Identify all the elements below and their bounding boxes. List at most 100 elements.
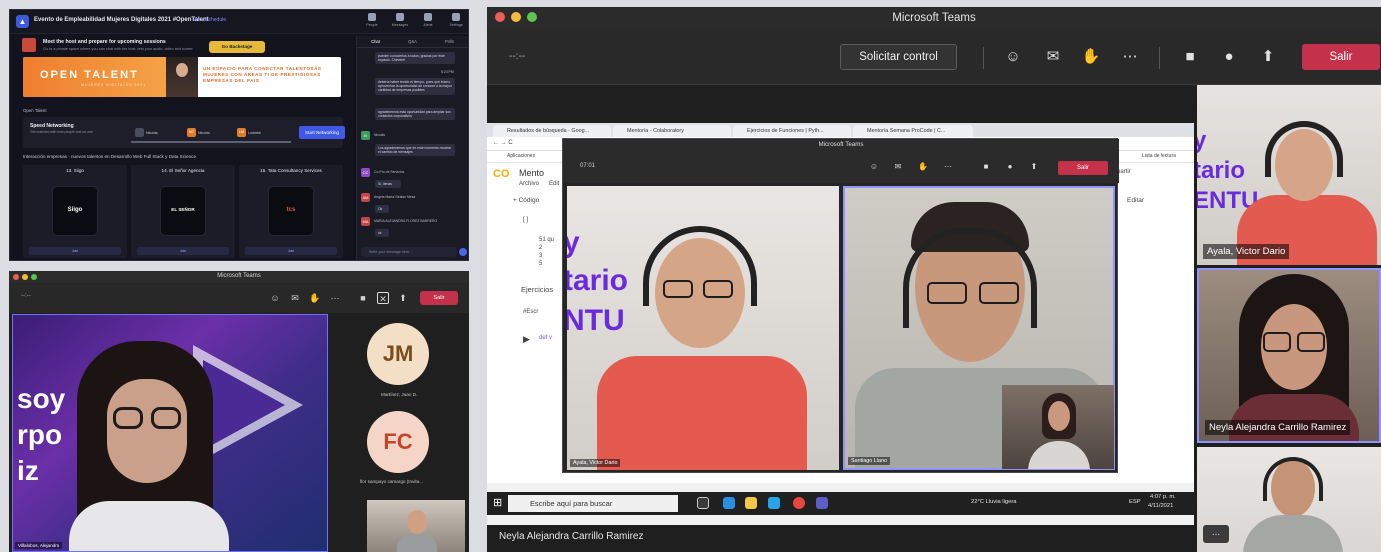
bookmark-reading-list[interactable]: Lista de lectura (1142, 153, 1176, 159)
leave-button[interactable]: Salir (420, 291, 458, 305)
share-screen-icon[interactable]: ⬆ (1258, 47, 1278, 67)
participants-icon[interactable]: ☺ (1003, 47, 1023, 67)
share-screen-icon[interactable]: ⬆ (397, 292, 409, 304)
booth-card-el-senor[interactable]: 14. El Señor Agencia EL SEÑOR Join (131, 165, 235, 258)
code-comment: #Escr (523, 309, 539, 315)
more-options-button[interactable]: ... (1203, 525, 1229, 543)
taskbar-search[interactable]: Escribe aquí para buscar (508, 495, 678, 512)
side-video-neyla: Neyla Alejandra Carrillo Ramirez (1197, 268, 1381, 443)
join-button[interactable]: Join (137, 247, 229, 255)
share-link[interactable]: partir (1117, 169, 1131, 175)
booth-card-tcs[interactable]: 15. Tata Consultancy Services tcs Join (239, 165, 343, 258)
edit-button[interactable]: Editar (1127, 197, 1144, 204)
participants-icon: ☺ (869, 162, 879, 171)
leave-button[interactable]: Salir (1302, 44, 1380, 70)
nav-people[interactable]: People (360, 13, 384, 27)
speed-node: LM Ludwick (237, 124, 263, 142)
chat-user-name: Nicolás (374, 133, 386, 137)
code-cell[interactable]: [ ] (523, 217, 528, 223)
chat-input[interactable]: Write your message here... (361, 247, 457, 257)
browser-tab-strip: Resultados de búsqueda - Goog... Mentorí… (487, 123, 1194, 137)
chat-tabs: Chat Q&A Polls (357, 36, 468, 48)
browser-tab[interactable]: Resultados de búsqueda - Goog... (493, 125, 611, 137)
view-schedule-link[interactable]: View Schedule (193, 17, 226, 23)
meeting-timer: --:-- (509, 51, 526, 62)
browser-tab[interactable]: Mentoría - Colaboratory (613, 125, 731, 137)
banner-description: UN ESPACIO PARA CONECTAR TALENTOSAS MUJE… (203, 66, 322, 84)
camera-icon[interactable]: ■ (1180, 47, 1200, 67)
participant-video (69, 341, 229, 551)
reactions-icon[interactable]: ✋ (1081, 47, 1101, 67)
bookmark-apps[interactable]: Aplicaciones (507, 153, 535, 159)
mic-muted-icon[interactable]: ✕ (377, 292, 389, 304)
gear-icon (452, 13, 460, 21)
chat-icon[interactable]: ✉ (289, 292, 301, 304)
nav-arrows-icon[interactable]: ← → C (493, 140, 513, 146)
main-video-tile: soy rpo iz Villalobos, Alejandro (12, 314, 328, 552)
join-button[interactable]: Join (245, 247, 337, 255)
inner-self-view (1002, 385, 1114, 469)
browser-tab[interactable]: Mentoría Semana ProCode | C... (853, 125, 973, 137)
send-icon[interactable] (459, 248, 467, 256)
more-icon[interactable]: ⋯ (329, 292, 341, 304)
join-button[interactable]: Join (29, 247, 121, 255)
messages-icon (396, 13, 404, 21)
hopin-event-window: ▲ Evento de Empleabilidad Mujeres Digita… (9, 9, 469, 261)
participant-name: flor sampayo camargo (Invita... (360, 479, 424, 484)
host-title: Meet the host and prepare for upcoming s… (43, 39, 166, 45)
video-name-label: Ayala, Victor Dario (570, 459, 621, 467)
run-cell-icon[interactable]: ▶ (523, 334, 530, 345)
avatar: MA (361, 217, 370, 226)
speed-node: NC Nicolás (187, 124, 213, 142)
event-title: Evento de Empleabilidad Mujeres Digitale… (34, 17, 209, 23)
nav-alerts[interactable]: Alerts (416, 13, 440, 27)
menu-file[interactable]: Archivo (519, 181, 539, 187)
avatar: JM (367, 323, 429, 385)
camera-icon[interactable]: ■ (357, 292, 369, 304)
clock-time: 4:07 p. m. (1150, 494, 1176, 500)
banner-title: OPEN TALENT (40, 69, 139, 81)
avatar: AM (361, 193, 370, 202)
teams-small-controls: --:-- ☺ ✉ ✋ ⋯ ■ ✕ ⬆ Salir (9, 283, 469, 313)
edge-icon[interactable] (723, 497, 735, 509)
inner-window-title: Microsoft Teams (563, 139, 1119, 151)
interaction-title: Interacción empresas - nuevos talentos e… (23, 154, 197, 159)
store-icon[interactable] (768, 497, 780, 509)
add-code-button[interactable]: + Código (513, 197, 539, 204)
task-view-icon[interactable] (697, 497, 709, 509)
video-name-label: Villalobos, Alejandro (15, 542, 63, 549)
browser-tab[interactable]: Ejercicios de Funciones | Pyth... (733, 125, 851, 137)
chat-user-name: Co-Pro de Servicios (374, 170, 405, 174)
background-word: soy (17, 383, 66, 414)
participants-icon[interactable]: ☺ (269, 292, 281, 304)
tab-chat[interactable]: Chat (357, 39, 394, 44)
weather-text: 22°C Lluvia ligera (971, 499, 1017, 505)
banner-subtitle: MUJERES DIGITALES 2021 (81, 83, 147, 87)
start-networking-button[interactable]: Start Networking (299, 126, 345, 139)
inner-timer: 07:01 (580, 163, 596, 169)
teams-icon[interactable] (816, 497, 828, 509)
open-talent-label: Open Talent (23, 108, 47, 113)
inner-leave-button: Salir (1058, 161, 1108, 175)
windows-start-icon[interactable]: ⊞ (493, 496, 502, 509)
file-explorer-icon[interactable] (745, 497, 757, 509)
microphone-icon[interactable]: ● (1219, 47, 1239, 67)
nav-settings[interactable]: Settings (444, 13, 468, 27)
hopin-logo-icon: ▲ (16, 15, 29, 28)
chrome-icon[interactable] (793, 497, 805, 509)
request-control-button[interactable]: Solicitar control (840, 44, 957, 70)
go-backstage-button[interactable]: Go Backstage (209, 41, 265, 53)
code-line: 5 (539, 261, 543, 267)
avatar: FC (367, 411, 429, 473)
reactions-icon[interactable]: ✋ (309, 292, 321, 304)
chat-icon[interactable]: ✉ (1043, 47, 1063, 67)
menu-edit[interactable]: Edit (549, 181, 559, 187)
tab-qa[interactable]: Q&A (394, 39, 431, 44)
tab-polls[interactable]: Polls (431, 39, 468, 44)
camera-icon: ■ (983, 162, 989, 171)
booth-card-siigo[interactable]: 13. Siigo Siigo Join (23, 165, 127, 258)
nav-messages[interactable]: Messages (388, 13, 412, 27)
more-icon[interactable]: ⋯ (1120, 47, 1140, 67)
teams-main-window: Microsoft Teams --:-- Solicitar control … (487, 7, 1381, 552)
el-senor-logo: EL SEÑOR (171, 207, 195, 212)
